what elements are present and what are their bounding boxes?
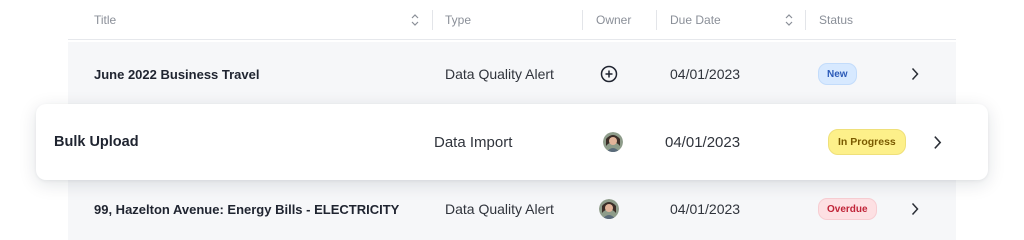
owner-avatar[interactable] [599, 199, 619, 219]
row-title: 99, Hazelton Avenue: Energy Bills - ELEC… [94, 201, 400, 217]
row-title: Bulk Upload [54, 134, 139, 150]
chevron-right-icon [910, 202, 920, 216]
column-divider [656, 10, 657, 30]
column-header-type[interactable]: Type [445, 0, 471, 40]
row-due-date: 04/01/2023 [670, 66, 741, 82]
owner-avatar[interactable] [603, 132, 623, 152]
add-icon [600, 65, 618, 83]
column-header-due-date[interactable]: Due Date [670, 0, 721, 40]
status-badge: In Progress [828, 129, 906, 155]
status-badge: New [818, 63, 857, 85]
table-row-highlighted[interactable]: Bulk Upload Data Import 04/01/2023 In Pr… [36, 104, 988, 180]
table-row[interactable]: 99, Hazelton Avenue: Energy Bills - ELEC… [68, 178, 956, 240]
add-owner-button[interactable] [600, 42, 618, 106]
sort-icon[interactable] [784, 12, 794, 28]
row-open-button[interactable] [910, 42, 920, 106]
row-due-date: 04/01/2023 [670, 201, 741, 217]
row-title: June 2022 Business Travel [94, 66, 260, 82]
row-type: Data Quality Alert [445, 201, 554, 217]
column-header-owner[interactable]: Owner [596, 0, 631, 40]
column-header-status[interactable]: Status [819, 0, 853, 40]
row-open-button[interactable] [910, 178, 920, 240]
table-row[interactable]: June 2022 Business Travel Data Quality A… [68, 42, 956, 106]
sort-icon[interactable] [410, 12, 420, 28]
column-divider [432, 10, 433, 30]
status-badge: Overdue [818, 198, 877, 220]
table-header: Title Type Owner Due Date Status [68, 0, 956, 40]
column-header-title[interactable]: Title [94, 0, 116, 40]
row-open-button[interactable] [932, 104, 943, 180]
row-type: Data Import [434, 133, 513, 151]
chevron-right-icon [932, 135, 943, 150]
row-due-date: 04/01/2023 [665, 133, 741, 151]
tasks-table: Title Type Owner Due Date Status June 20… [0, 0, 1024, 240]
chevron-right-icon [910, 67, 920, 81]
row-type: Data Quality Alert [445, 66, 554, 82]
column-divider [582, 10, 583, 30]
column-divider [805, 10, 806, 30]
